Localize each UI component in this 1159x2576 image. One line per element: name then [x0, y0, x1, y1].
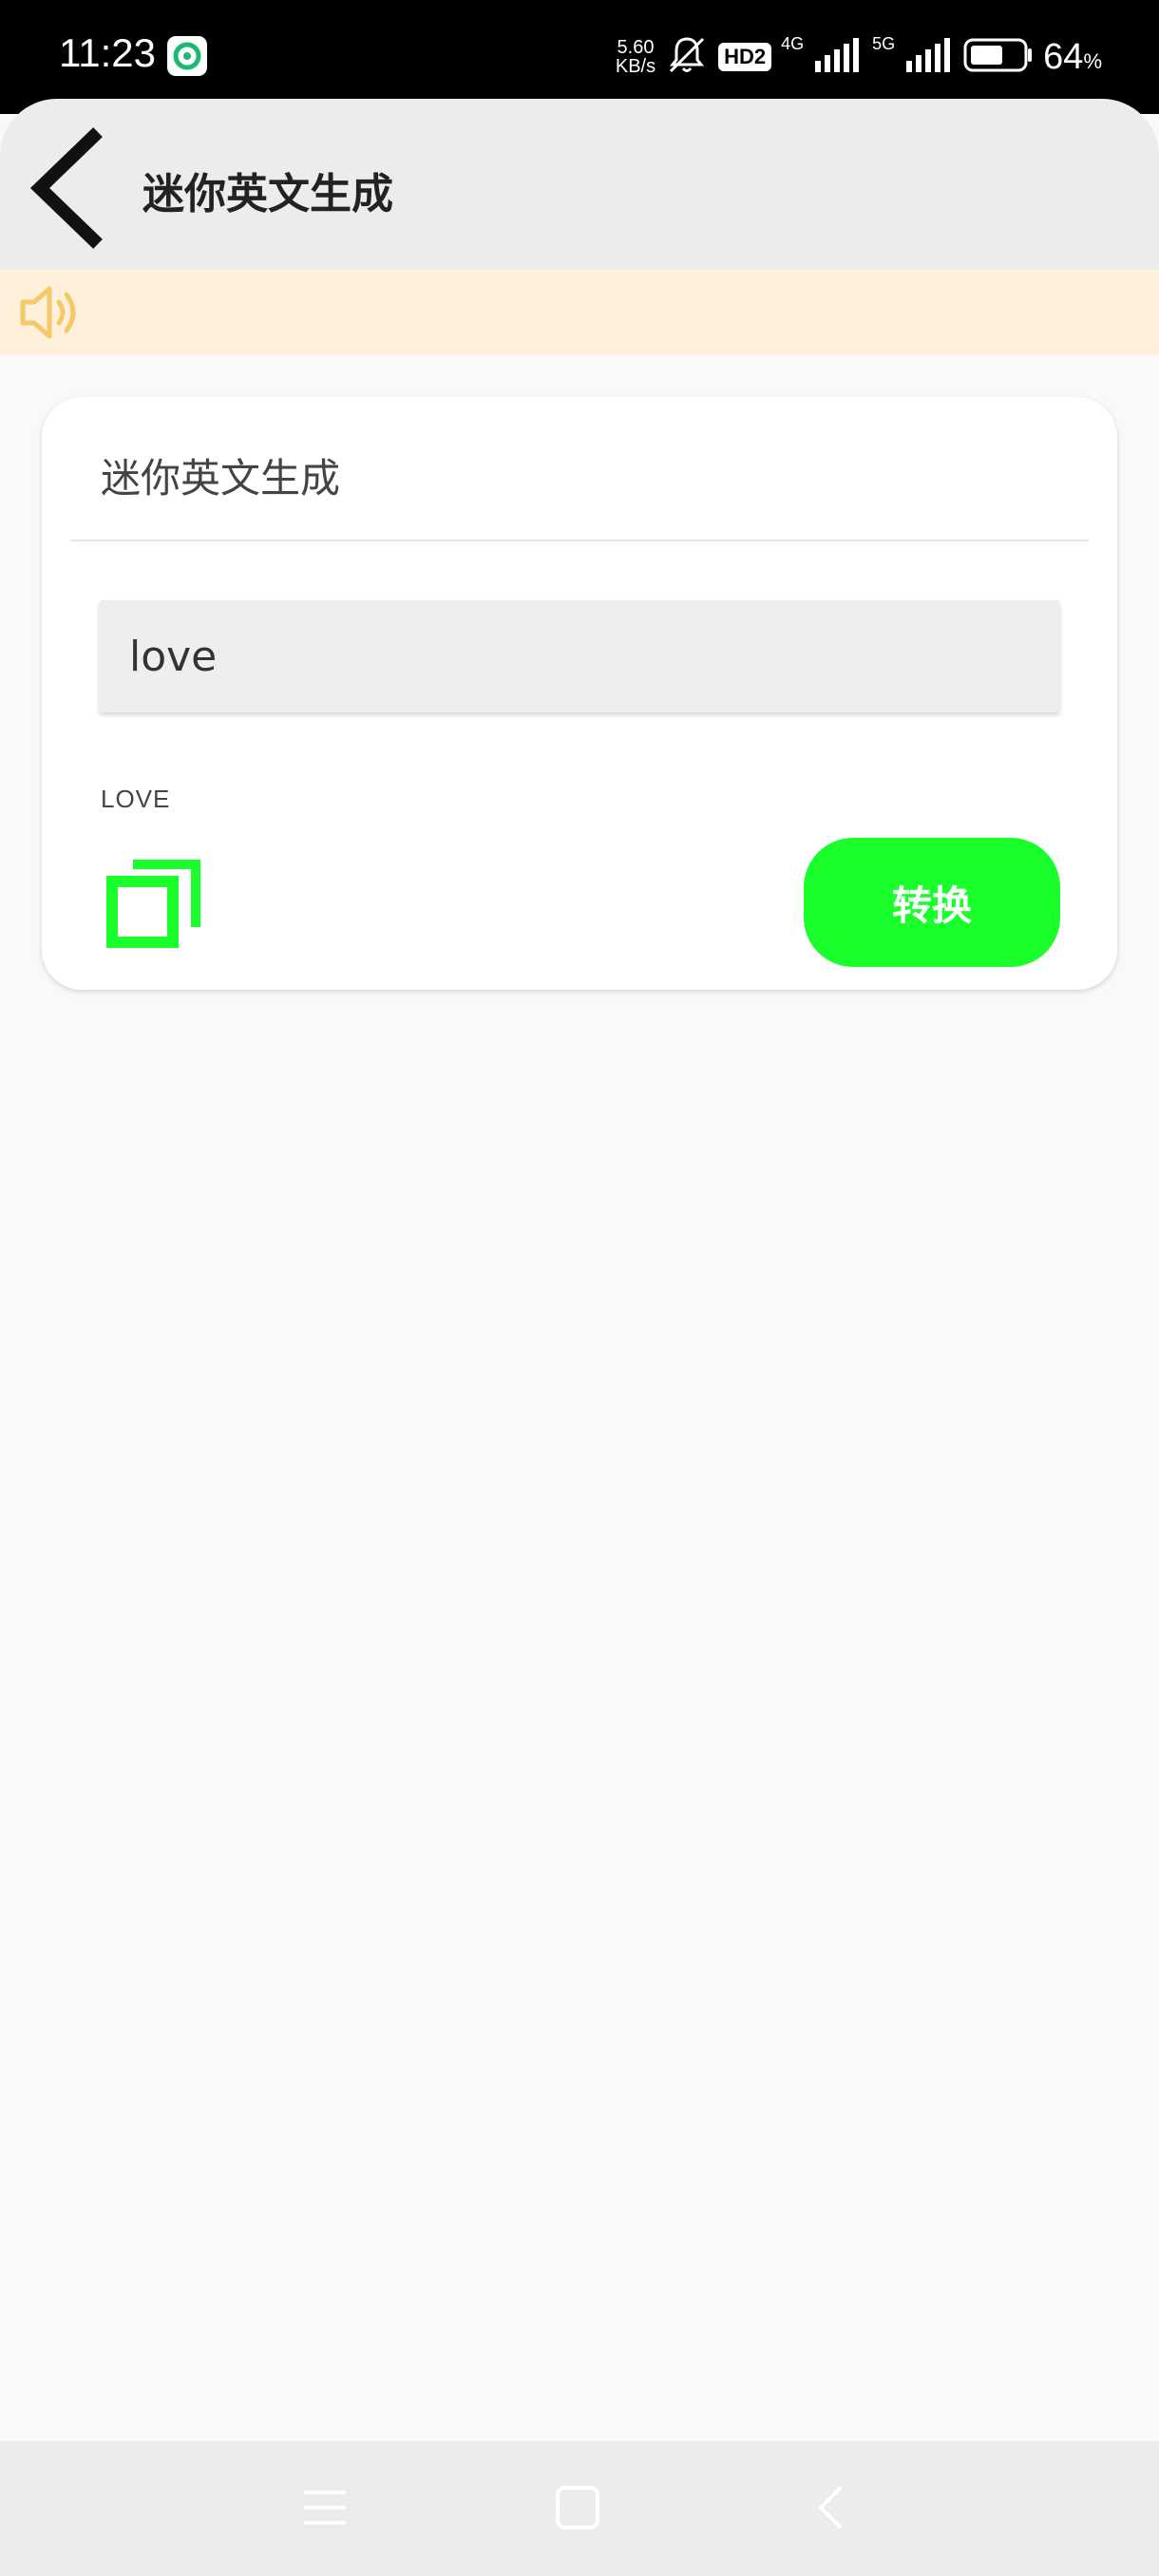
signal-icon-2 — [904, 36, 954, 78]
copy-icon — [106, 860, 200, 948]
app-header: 迷你英文生成 — [0, 99, 1159, 270]
back-button[interactable] — [19, 120, 114, 253]
notice-bar[interactable] — [0, 270, 1159, 355]
menu-icon — [304, 2491, 346, 2525]
battery-icon — [963, 36, 1034, 78]
speaker-icon — [17, 283, 84, 342]
nav-back-button[interactable] — [804, 2479, 861, 2536]
battery-percent: 64% — [1043, 37, 1102, 78]
chevron-left-icon — [29, 127, 103, 249]
speed-unit: KB/s — [615, 56, 656, 77]
menu-button[interactable] — [296, 2479, 353, 2536]
back-icon — [819, 2487, 842, 2529]
speed-value: 5.60 — [617, 37, 655, 58]
text-input[interactable] — [99, 600, 1060, 712]
network-speed: 5.60 KB/s — [616, 38, 656, 76]
convert-button[interactable]: 转换 — [804, 838, 1060, 967]
mute-icon — [665, 33, 709, 81]
app-notification-icon — [167, 36, 207, 76]
page-title: 迷你英文生成 — [142, 170, 393, 218]
copy-button[interactable] — [106, 855, 205, 954]
result-text: LOVE — [101, 785, 171, 813]
network-4g-label: 4G — [781, 34, 805, 53]
card-title: 迷你英文生成 — [101, 455, 341, 502]
network-5g-label: 5G — [872, 34, 896, 53]
hd-badge: HD2 — [718, 43, 772, 71]
battery-value: 64 — [1043, 36, 1084, 77]
status-time: 11:23 — [59, 30, 156, 75]
system-nav-bar — [0, 2441, 1159, 2576]
battery-unit: % — [1083, 48, 1102, 73]
converter-card: 迷你英文生成 LOVE 转换 — [42, 397, 1117, 990]
status-indicators: 5.60 KB/s HD2 4G 5G 64% — [616, 30, 1102, 84]
status-bar: 11:23 5.60 KB/s HD2 4G 5G 64% — [0, 0, 1159, 114]
signal-icon — [813, 36, 863, 78]
home-button[interactable] — [549, 2479, 606, 2536]
home-icon — [556, 2486, 599, 2529]
card-divider — [70, 540, 1089, 541]
